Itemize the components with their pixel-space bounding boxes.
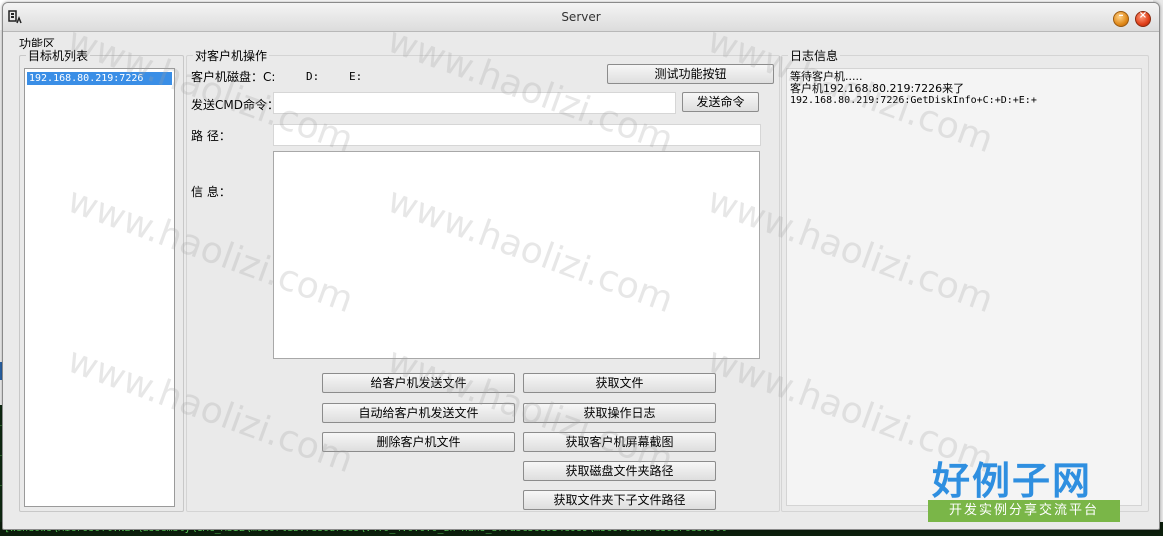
- client-ops-group: 对客户机操作 客户机磁盘：C: D: E: 测试功能按钮 发送CMD命令： 发送…: [186, 47, 780, 512]
- cmd-input[interactable]: [273, 92, 676, 114]
- minimize-button[interactable]: –: [1113, 10, 1129, 27]
- send-cmd-button[interactable]: 发送命令: [682, 92, 759, 112]
- get-disk-paths-button[interactable]: 获取磁盘文件夹路径: [523, 461, 716, 481]
- info-textarea[interactable]: [273, 151, 760, 359]
- send-file-button[interactable]: 给客户机发送文件: [322, 373, 515, 393]
- log-heading: 日志信息: [788, 47, 841, 64]
- info-label: 信 息：: [191, 185, 231, 199]
- log-line: 客户机192.168.80.219:7226来了: [790, 82, 965, 95]
- log-group: 日志信息 等待客户机..... 客户机192.168.80.219:7226来了…: [781, 47, 1149, 512]
- window-title: Server: [561, 10, 601, 24]
- get-screenshot-button[interactable]: 获取客户机屏幕截图: [523, 432, 716, 452]
- client-ops-heading: 对客户机操作: [193, 47, 270, 64]
- logo-sub-text: 开发实例分享交流平台: [928, 500, 1120, 522]
- log-line: 192.168.80.219:7226:GetDiskInfo+C:+D:+E:…: [790, 95, 1037, 106]
- minimize-icon: –: [1118, 10, 1124, 21]
- log-textarea[interactable]: 等待客户机..... 客户机192.168.80.219:7226来了 192.…: [786, 68, 1142, 506]
- target-list-group: 目标机列表 192.168.80.219:7226: [19, 47, 184, 512]
- target-listbox[interactable]: 192.168.80.219:7226: [24, 68, 175, 507]
- target-list-heading: 目标机列表: [26, 47, 91, 64]
- get-file-button[interactable]: 获取文件: [523, 373, 716, 393]
- cmd-label: 发送CMD命令：: [191, 98, 279, 112]
- disk-d-label: D:: [306, 70, 320, 83]
- logo-main-text: 好例子网: [932, 459, 1093, 503]
- disk-label: 客户机磁盘：C:: [191, 70, 276, 84]
- get-subfolder-paths-button[interactable]: 获取文件夹下子文件路径: [523, 490, 716, 510]
- path-label: 路 径：: [191, 129, 231, 143]
- test-function-button[interactable]: 测试功能按钮: [607, 64, 774, 84]
- site-logo: 好例子网 开发实例分享交流平台: [928, 450, 1123, 528]
- close-button[interactable]: ×: [1135, 10, 1151, 27]
- delete-file-button[interactable]: 删除客户机文件: [322, 432, 515, 452]
- close-icon: ×: [1138, 10, 1148, 21]
- path-input[interactable]: [273, 124, 761, 146]
- list-item[interactable]: 192.168.80.219:7226: [27, 72, 172, 85]
- get-log-button[interactable]: 获取操作日志: [523, 403, 716, 423]
- disk-e-label: E:: [349, 70, 363, 83]
- auto-send-file-button[interactable]: 自动给客户机发送文件: [322, 403, 515, 423]
- title-bar[interactable]: Server – ×: [3, 3, 1159, 32]
